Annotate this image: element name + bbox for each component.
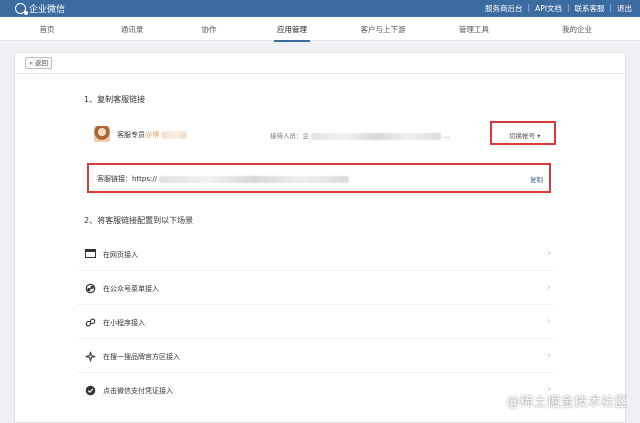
- link-provider-backend[interactable]: 服务商后台: [485, 3, 523, 14]
- panel-divider: [15, 73, 625, 74]
- redacted-url: [159, 175, 350, 183]
- copy-link-button[interactable]: 复制: [530, 174, 543, 184]
- nav-app-management[interactable]: 应用管理: [257, 24, 327, 42]
- mini-program-icon: [84, 317, 96, 329]
- divider: [77, 372, 553, 373]
- link-contact-support[interactable]: 联系客服: [574, 3, 604, 14]
- divider: [77, 270, 553, 271]
- switch-account-button[interactable]: 切换帐号 ▾: [490, 121, 556, 145]
- brand-name: 企业微信: [29, 5, 66, 15]
- chevron-right-icon: ›: [547, 316, 551, 327]
- top-links: 服务商后台 | API文档 | 联系客服 | 退出: [485, 3, 632, 14]
- divider: [77, 304, 553, 305]
- chevron-right-icon: ›: [547, 248, 551, 259]
- chevron-right-icon: ›: [547, 350, 551, 361]
- wechat-pay-icon: [84, 385, 96, 397]
- watermark: @稀土掘金技术社区: [506, 395, 628, 410]
- chevron-right-icon: ›: [547, 282, 551, 293]
- scene-search-brand[interactable]: 在搜一搜品牌官方区接入 ›: [79, 347, 553, 367]
- search-brand-icon: [84, 351, 96, 363]
- redacted-staff: [311, 132, 442, 140]
- redacted-name: [161, 131, 188, 139]
- scene-mini-program[interactable]: 在小程序接入 ›: [79, 313, 553, 333]
- divider: [77, 338, 553, 339]
- back-button[interactable]: « 返回: [25, 57, 53, 69]
- link-logout[interactable]: 退出: [617, 3, 632, 14]
- nav-management-tools[interactable]: 管理工具: [439, 24, 509, 35]
- top-bar: 企业微信 服务商后台 | API文档 | 联系客服 | 退出: [0, 0, 640, 17]
- service-link-box: 客服链接：https:// 复制: [87, 163, 551, 193]
- divider: |: [566, 3, 570, 12]
- section2-title: 2、将客服链接配置到以下场景: [84, 216, 194, 225]
- divider: |: [527, 3, 531, 12]
- divider: |: [609, 3, 612, 12]
- service-name: 客服专员@博: [117, 130, 188, 140]
- nav-contacts[interactable]: 通讯录: [97, 24, 167, 35]
- section1-title: 1、复制客服链接: [84, 95, 146, 104]
- main-nav: 首页 通讯录 协作 应用管理 客户与上下游 管理工具 我的企业: [0, 17, 640, 42]
- official-account-icon: [84, 283, 96, 295]
- nav-home[interactable]: 首页: [12, 24, 82, 35]
- service-link[interactable]: 客服链接：https://: [97, 174, 350, 184]
- brand-logo-icon: [15, 3, 28, 15]
- nav-customers[interactable]: 客户与上下游: [348, 24, 418, 35]
- reception-staff: 接待人员：企 ...: [270, 132, 450, 140]
- scene-webpage[interactable]: 在网页接入 ›: [79, 245, 553, 265]
- service-account-row: 客服专员@博 接待人员：企 ...: [94, 125, 554, 145]
- link-api-docs[interactable]: API文档: [535, 3, 562, 14]
- content-panel: « 返回 1、复制客服链接 客服专员@博 接待人员：企 ... 切换帐号 ▾ 客…: [14, 52, 626, 423]
- nav-collaboration[interactable]: 协作: [174, 24, 244, 35]
- scene-official-account[interactable]: 在公众号菜单接入 ›: [79, 279, 553, 299]
- brand[interactable]: 企业微信: [15, 2, 65, 15]
- webpage-icon: [84, 249, 96, 261]
- scene-wechat-pay[interactable]: 点击微信支付凭证接入 ›: [79, 381, 553, 401]
- avatar: [94, 126, 110, 142]
- nav-my-enterprise[interactable]: 我的企业: [542, 24, 612, 35]
